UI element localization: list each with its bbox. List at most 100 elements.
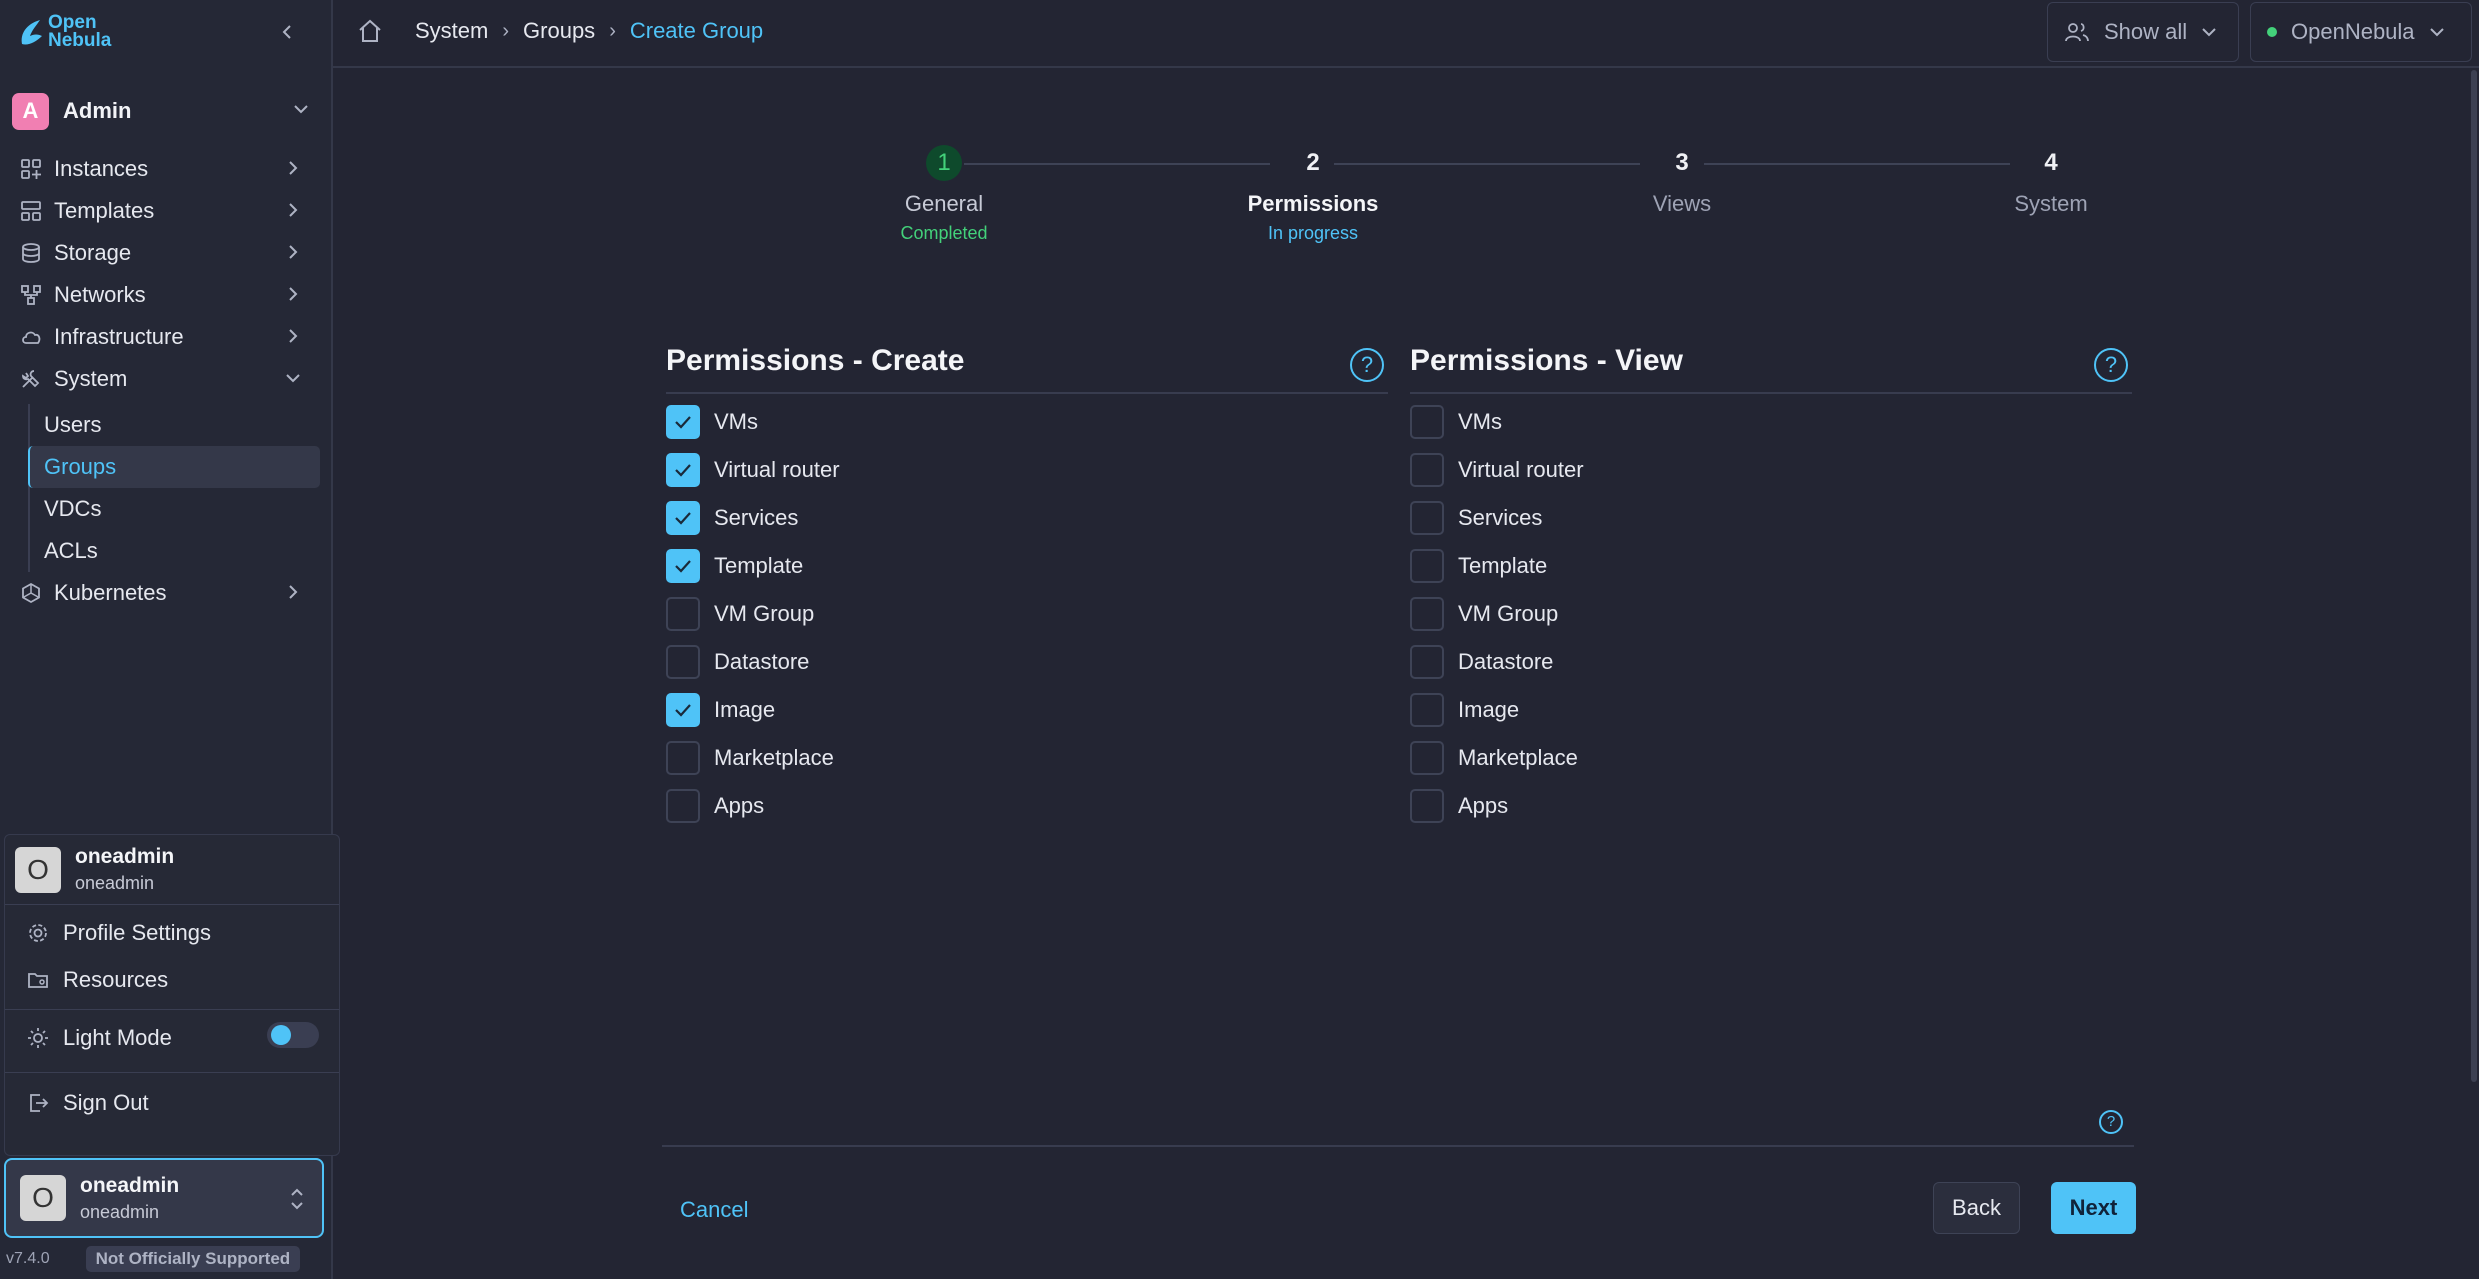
menu-label: Profile Settings bbox=[63, 919, 211, 945]
user-name: oneadmin bbox=[75, 845, 175, 868]
permission-checkbox[interactable] bbox=[666, 645, 700, 679]
permission-checkbox[interactable] bbox=[1410, 645, 1444, 679]
permission-checkbox[interactable] bbox=[666, 549, 700, 583]
nav-label: Storage bbox=[54, 240, 132, 265]
help-icon[interactable]: ? bbox=[2094, 348, 2128, 382]
home-icon[interactable] bbox=[357, 18, 383, 44]
light-mode-toggle[interactable] bbox=[267, 1022, 319, 1048]
user-card-button[interactable]: O oneadmin oneadmin bbox=[4, 1158, 324, 1238]
permission-row[interactable]: Services bbox=[1410, 494, 2132, 542]
permissions-view-list[interactable]: VMs Virtual router Services Template VM Grou… bbox=[1410, 394, 2132, 834]
permission-checkbox[interactable] bbox=[1410, 453, 1444, 487]
permission-row[interactable]: Marketplace bbox=[1410, 734, 2132, 782]
permission-checkbox[interactable] bbox=[1410, 405, 1444, 439]
permission-row[interactable]: Virtual router bbox=[666, 446, 1388, 494]
permission-checkbox[interactable] bbox=[666, 453, 700, 487]
permission-row[interactable]: Template bbox=[666, 542, 1388, 590]
storage-icon bbox=[22, 243, 40, 263]
permissions-create-list[interactable]: VMs Virtual router Services Template VM Grou… bbox=[666, 394, 1388, 834]
permission-row[interactable]: Apps bbox=[666, 782, 1388, 830]
permission-label: VM Group bbox=[714, 601, 815, 626]
permission-row[interactable]: Template bbox=[1410, 542, 2132, 590]
permission-checkbox[interactable] bbox=[666, 741, 700, 775]
back-button[interactable]: Back bbox=[1933, 1182, 2020, 1234]
next-button[interactable]: Next bbox=[2051, 1182, 2136, 1234]
step-label: System bbox=[2014, 191, 2088, 216]
permission-row[interactable]: VM Group bbox=[666, 590, 1388, 638]
permission-label: Image bbox=[714, 697, 776, 722]
permission-checkbox[interactable] bbox=[666, 501, 700, 535]
permission-row[interactable]: Image bbox=[666, 686, 1388, 734]
permission-row[interactable]: Apps bbox=[1410, 782, 2132, 830]
group-avatar: A bbox=[12, 92, 49, 130]
resources-item[interactable]: Resources bbox=[5, 956, 339, 1003]
step-system[interactable]: 4 System bbox=[1951, 145, 2151, 217]
sidebar-item-vdcs[interactable]: VDCs bbox=[30, 488, 320, 530]
profile-settings-item[interactable]: Profile Settings bbox=[5, 909, 339, 956]
permission-row[interactable]: Datastore bbox=[666, 638, 1388, 686]
permission-row[interactable]: VMs bbox=[1410, 398, 2132, 446]
permission-row[interactable]: Datastore bbox=[1410, 638, 2132, 686]
permission-checkbox[interactable] bbox=[666, 597, 700, 631]
menu-label: Resources bbox=[63, 966, 169, 992]
sidebar-item-users[interactable]: Users bbox=[30, 404, 320, 446]
sidebar-item-groups[interactable]: Groups bbox=[28, 446, 320, 488]
nav-item-infrastructure[interactable]: Infrastructure bbox=[0, 316, 333, 358]
help-icon[interactable]: ? bbox=[2099, 1110, 2123, 1134]
nav-item-storage[interactable]: Storage bbox=[0, 232, 333, 274]
permission-checkbox[interactable] bbox=[666, 789, 700, 823]
sidebar-item-acls[interactable]: ACLs bbox=[30, 530, 320, 572]
step-permissions[interactable]: 2 Permissions In progress bbox=[1213, 145, 1413, 244]
show-all-label: Show all bbox=[2104, 19, 2188, 44]
collapse-sidebar-button[interactable] bbox=[272, 14, 302, 50]
permission-checkbox[interactable] bbox=[1410, 549, 1444, 583]
cancel-button[interactable]: Cancel bbox=[666, 1185, 762, 1235]
permission-checkbox[interactable] bbox=[1410, 693, 1444, 727]
permission-row[interactable]: Virtual router bbox=[1410, 446, 2132, 494]
nav-item-kubernetes[interactable]: Kubernetes bbox=[0, 572, 333, 614]
group-switcher[interactable]: A Admin bbox=[12, 92, 322, 130]
permission-row[interactable]: Image bbox=[1410, 686, 2132, 734]
permission-checkbox[interactable] bbox=[1410, 741, 1444, 775]
permission-row[interactable]: VMs bbox=[666, 398, 1388, 446]
permission-row[interactable]: Marketplace bbox=[666, 734, 1388, 782]
permission-checkbox[interactable] bbox=[1410, 597, 1444, 631]
help-icon[interactable]: ? bbox=[1350, 348, 1384, 382]
logo-icon bbox=[21, 20, 42, 45]
breadcrumb-system[interactable]: System bbox=[415, 18, 488, 44]
breadcrumb-separator-icon: › bbox=[502, 19, 510, 42]
zone-selector[interactable]: OpenNebula bbox=[2250, 2, 2472, 62]
page-scrollbar[interactable] bbox=[2469, 0, 2479, 1279]
permission-label: VM Group bbox=[1458, 601, 1559, 626]
permission-label: Apps bbox=[714, 793, 765, 818]
permissions-create-title: Permissions - Create bbox=[666, 344, 965, 377]
permission-checkbox[interactable] bbox=[1410, 501, 1444, 535]
nav-item-networks[interactable]: Networks bbox=[0, 274, 333, 316]
permission-row[interactable]: Virtual networks bbox=[1410, 830, 2132, 834]
show-all-button[interactable]: Show all bbox=[2047, 2, 2239, 62]
permission-row[interactable]: Services bbox=[666, 494, 1388, 542]
permission-label: VMs bbox=[714, 409, 758, 434]
permission-label: Marketplace bbox=[714, 745, 834, 770]
permission-row[interactable]: VM Group bbox=[1410, 590, 2132, 638]
permission-checkbox[interactable] bbox=[666, 693, 700, 727]
nav-item-templates[interactable]: Templates bbox=[0, 190, 333, 232]
permission-row[interactable]: Virtual networks bbox=[666, 830, 1388, 834]
opennebula-logo[interactable]: Open Nebula bbox=[18, 13, 111, 50]
step-views[interactable]: 3 Views bbox=[1582, 145, 1782, 217]
light-mode-item[interactable]: Light Mode bbox=[5, 1010, 339, 1066]
breadcrumb-groups[interactable]: Groups bbox=[523, 18, 595, 44]
group-name: Admin bbox=[63, 98, 132, 123]
step-general[interactable]: 1 General Completed bbox=[844, 145, 1044, 244]
nav-item-system[interactable]: System bbox=[0, 358, 333, 400]
chevron-right-icon bbox=[289, 287, 298, 301]
permission-label: Image bbox=[1458, 697, 1520, 722]
permission-checkbox[interactable] bbox=[666, 405, 700, 439]
scrollbar-thumb[interactable] bbox=[2471, 70, 2477, 1082]
sign-out-item[interactable]: Sign Out bbox=[5, 1079, 339, 1126]
nav-item-instances[interactable]: Instances bbox=[0, 148, 333, 190]
step-number: 2 bbox=[1306, 149, 1320, 176]
breadcrumb: System › Groups › Create Group bbox=[415, 18, 763, 44]
permission-checkbox[interactable] bbox=[1410, 789, 1444, 823]
checkmark-icon bbox=[675, 416, 691, 429]
